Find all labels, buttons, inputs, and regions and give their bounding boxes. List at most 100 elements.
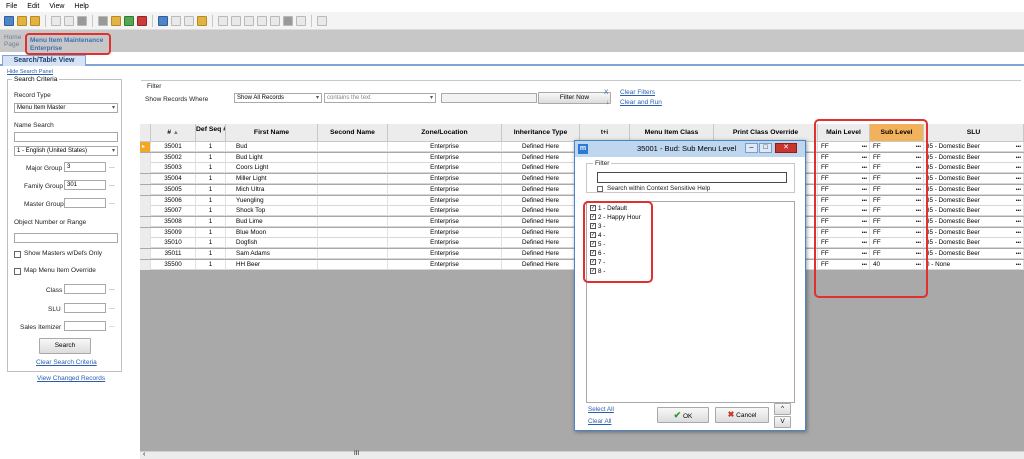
ellipsis-button[interactable]: ••• [862,185,867,195]
dialog-title-bar[interactable]: m 35001 - Bud: Sub Menu Level – □ ✕ [575,141,805,157]
cell-inheritance[interactable]: Defined Here [502,238,580,249]
clear-and-run-link[interactable]: Clear and Run [620,99,662,106]
row-selector[interactable] [140,163,151,174]
column-header-first-name[interactable]: First Name [226,124,318,142]
cell-first-name[interactable]: Sam Adams [226,249,318,259]
cell-sub-level[interactable]: FF ••• [870,152,924,163]
ellipsis-button[interactable]: ••• [916,163,921,173]
cell-slu[interactable]: 35 - Domestic Beer ••• [924,195,1024,206]
ellipsis-button[interactable]: ••• [916,185,921,195]
menu-view[interactable]: View [49,3,64,10]
ellipsis-button[interactable]: ••• [1016,174,1021,184]
cell-def-seq[interactable]: 1 [196,238,226,249]
cell-sub-level[interactable]: FF ••• [870,227,924,238]
table-view-icon[interactable] [317,15,327,26]
close-icon[interactable]: ✕ [775,143,797,153]
ellipsis-button[interactable]: ••• [1016,185,1021,195]
cell-main-level[interactable]: FF ••• [818,259,870,270]
cell-def-seq[interactable]: 1 [196,206,226,217]
cell-first-name[interactable]: Blue Moon [226,227,318,238]
cell-main-level[interactable]: FF ••• [818,195,870,206]
cell-def-seq[interactable]: 1 [196,163,226,174]
search-button[interactable]: Search [39,338,91,354]
cell-def-seq[interactable]: 1 [196,174,226,185]
cell-number[interactable]: 35011 [151,249,196,259]
ellipsis-button[interactable]: ••• [862,260,867,270]
ellipsis-button[interactable]: ••• [916,238,921,248]
item-checkbox[interactable]: ✓ [590,232,596,239]
cell-inheritance[interactable]: Defined Here [502,216,580,227]
open-icon[interactable] [17,15,27,26]
cell-def-seq[interactable]: 1 [196,142,226,152]
help-icon[interactable] [51,15,61,26]
row-selector[interactable] [140,238,151,249]
column-header-inheritance[interactable]: Inheritance Type [502,124,580,142]
folder-icon[interactable] [30,15,40,26]
ellipsis-button[interactable]: ••• [1016,142,1021,152]
ellipsis-button[interactable]: ••• [916,217,921,227]
cell-zone[interactable]: Enterprise [388,227,502,238]
first-record-icon[interactable] [218,15,228,26]
paste-icon[interactable] [171,15,181,26]
cell-slu[interactable]: 35 - Domestic Beer ••• [924,152,1024,163]
sub-level-item[interactable]: ✓ 1 - Default [590,205,627,213]
sales-itemizer-browse-button[interactable]: ... [109,322,115,329]
sales-itemizer-input[interactable] [64,321,106,331]
cell-inheritance[interactable]: Defined Here [502,259,580,270]
cell-slu[interactable]: 35 - Domestic Beer ••• [924,227,1024,238]
cell-slu[interactable]: 35 - Domestic Beer ••• [924,163,1024,174]
cell-def-seq[interactable]: 1 [196,259,226,270]
ellipsis-button[interactable]: ••• [916,174,921,184]
cell-inheritance[interactable]: Defined Here [502,227,580,238]
cell-def-seq[interactable]: 1 [196,184,226,195]
ellipsis-button[interactable]: ••• [862,174,867,184]
add-record-icon[interactable] [124,15,134,26]
copy-icon[interactable] [158,15,168,26]
ellipsis-button[interactable]: ••• [862,163,867,173]
cell-first-name[interactable]: Miller Light [226,174,318,185]
sub-level-item[interactable]: ✓ 6 - [590,250,605,258]
ellipsis-button[interactable]: ••• [862,196,867,206]
menu-file[interactable]: File [6,3,17,10]
previous-record-icon[interactable] [231,15,241,26]
ellipsis-button[interactable]: ••• [1016,206,1021,216]
item-checkbox[interactable]: ✓ [590,241,596,248]
ellipsis-button[interactable]: ••• [1016,217,1021,227]
class-input[interactable] [64,284,106,294]
cell-number[interactable]: 35500 [151,259,196,270]
cell-sub-level[interactable]: FF ••• [870,216,924,227]
ellipsis-button[interactable]: ••• [916,260,921,270]
cell-first-name[interactable]: Yuengling [226,195,318,206]
master-group-input[interactable] [64,198,106,208]
clear-filters-icon[interactable]: X [604,89,608,96]
cell-main-level[interactable]: FF ••• [818,184,870,195]
goto-record-icon[interactable] [270,15,280,26]
save-icon[interactable] [98,15,108,26]
column-header-second-name[interactable]: Second Name [318,124,388,142]
cell-main-level[interactable]: FF ••• [818,227,870,238]
cell-number[interactable]: 35005 [151,184,196,195]
cell-first-name[interactable]: Dogfish [226,238,318,249]
column-header-sub-level[interactable]: Sub Level [870,124,924,142]
sub-level-item[interactable]: ✓ 5 - [590,241,605,249]
column-header-main-level[interactable]: Main Level [818,124,870,142]
cell-slu[interactable]: 0 - None ••• [924,259,1024,270]
cell-zone[interactable]: Enterprise [388,152,502,163]
ellipsis-button[interactable]: ••• [862,206,867,216]
row-selector[interactable] [140,174,151,185]
clear-all-link[interactable]: Clear All [588,418,611,425]
cell-main-level[interactable]: FF ••• [818,238,870,249]
item-checkbox[interactable]: ✓ [590,250,596,257]
filter-operator-select[interactable]: contains the text ▾ [324,93,436,103]
cell-inheritance[interactable]: Defined Here [502,249,580,259]
cell-inheritance[interactable]: Defined Here [502,152,580,163]
cell-main-level[interactable]: FF ••• [818,206,870,217]
ellipsis-button[interactable]: ••• [1016,228,1021,238]
context-help-checkbox[interactable] [597,186,603,192]
minimize-icon[interactable]: – [745,143,758,153]
cell-main-level[interactable]: FF ••• [818,216,870,227]
cell-number[interactable]: 35007 [151,206,196,217]
cell-inheritance[interactable]: Defined Here [502,142,580,152]
cell-def-seq[interactable]: 1 [196,216,226,227]
cell-first-name[interactable]: HH Beer [226,259,318,270]
